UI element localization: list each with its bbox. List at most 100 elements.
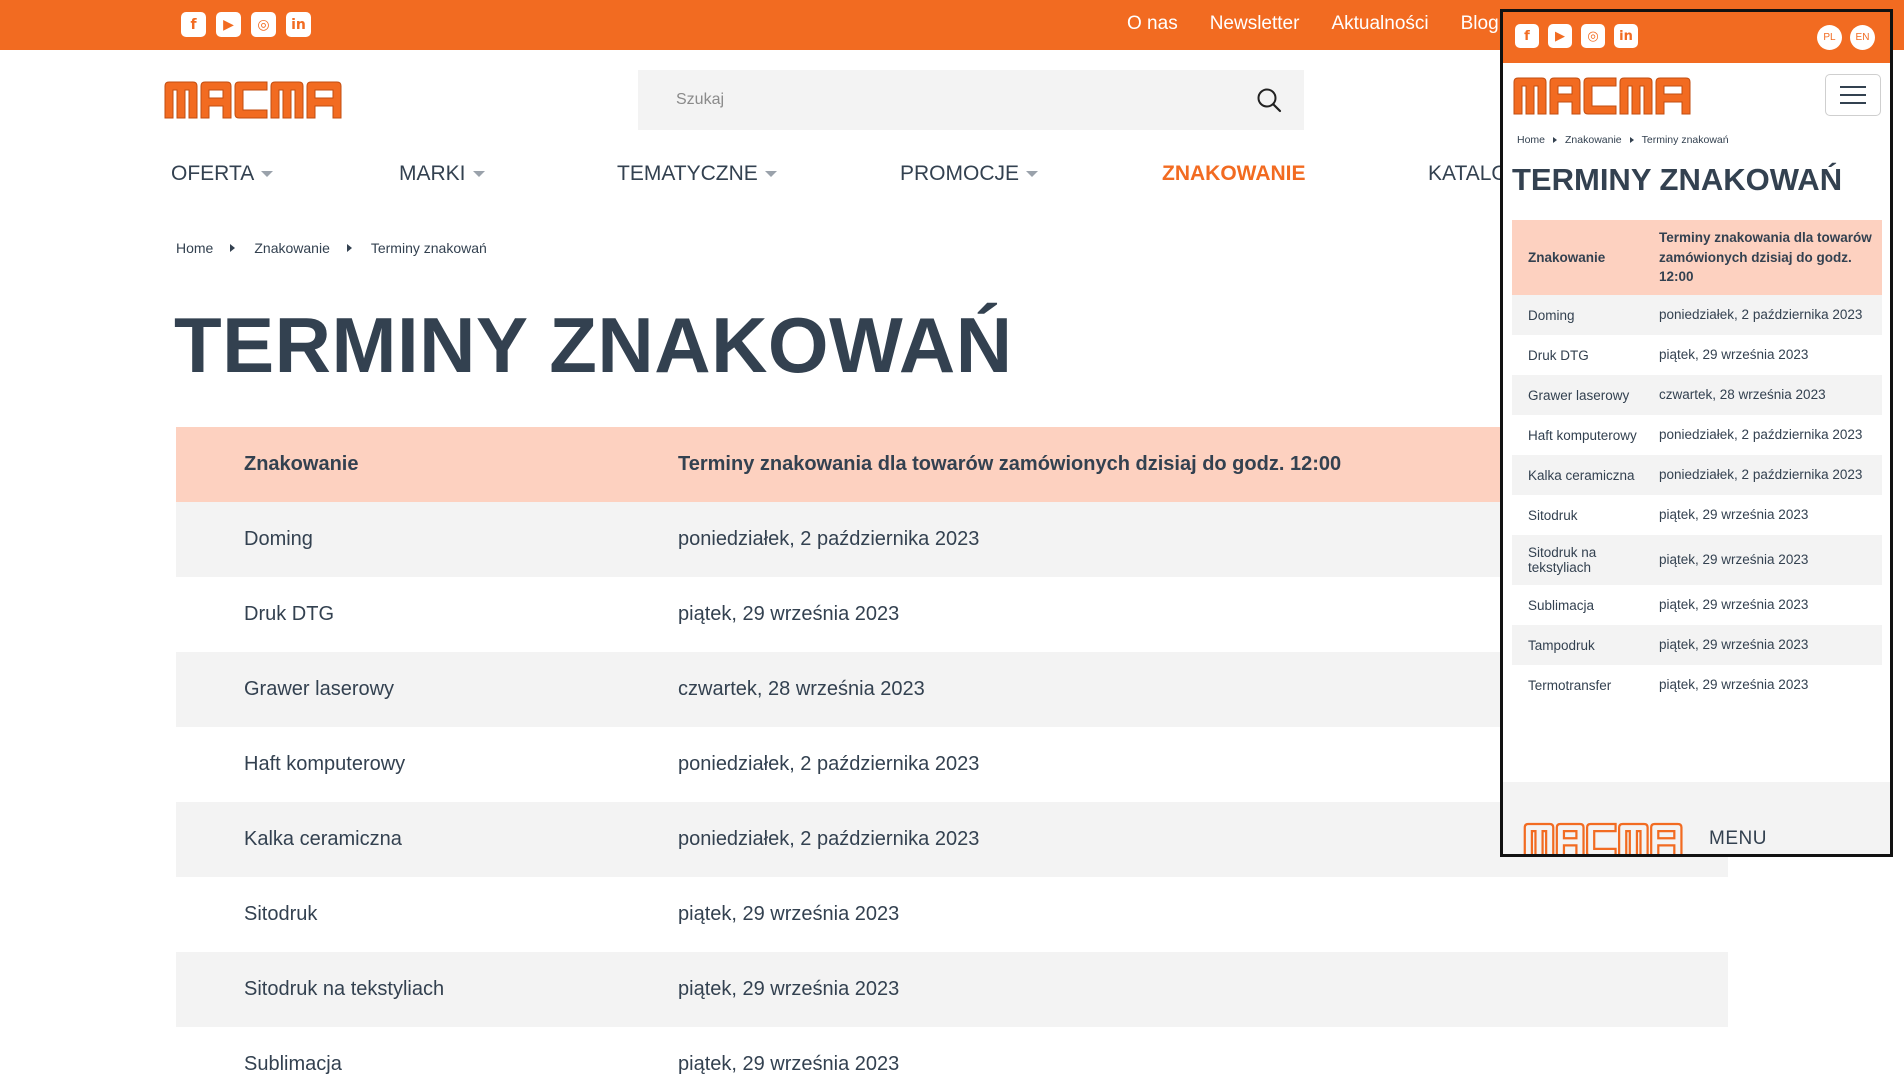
chevron-down-icon (764, 171, 777, 177)
menu-brands[interactable]: MARKI (399, 162, 485, 186)
cell-date: piątek, 29 września 2023 (678, 978, 900, 1000)
cell-date: poniedziałek, 2 października 2023 (1659, 467, 1863, 483)
table-row: Druk DTG piątek, 29 września 2023 (1512, 335, 1882, 375)
menu-thematic[interactable]: TEMATYCZNE (617, 162, 777, 186)
linkedin-icon[interactable]: in (1614, 24, 1638, 48)
table-row: Grawer laserowy czwartek, 28 września 202… (176, 652, 1728, 727)
cell-method: Grawer laserowy (1528, 387, 1630, 403)
mobile-marking-table: Znakowanie Terminy znakowania dla towaró… (1512, 220, 1882, 705)
cell-method: Sitodruk (1528, 507, 1578, 523)
chevron-right-icon (1553, 137, 1558, 143)
search-input[interactable] (638, 70, 1238, 130)
table-row: Sitodruk na tekstyliach piątek, 29 wrześn… (1512, 535, 1882, 585)
breadcrumb: Home Znakowanie Terminy znakowań (176, 240, 487, 256)
chevron-down-icon (1026, 171, 1039, 177)
header-method: Znakowanie (1528, 250, 1606, 265)
cell-method: Sitodruk na tekstyliach (1528, 545, 1597, 575)
social-links: f ▶ ◎ in (181, 12, 311, 37)
header-deadline: Terminy znakowania dla towarów zamówiony… (678, 453, 1342, 475)
chevron-right-icon (346, 244, 352, 252)
cell-method: Sublimacja (1528, 597, 1595, 613)
hamburger-line (1840, 102, 1866, 104)
menu-offer[interactable]: OFERTA (171, 162, 274, 186)
cell-method: Sublimacja (244, 1053, 342, 1075)
mobile-breadcrumb: Home Znakowanie Terminy znakowań (1517, 134, 1729, 146)
footer-logo[interactable] (1523, 822, 1685, 854)
linkedin-icon[interactable]: in (286, 12, 311, 37)
nav-link-news[interactable]: Aktualności (1331, 13, 1428, 35)
menu-catalogs[interactable]: KATALOGI (1428, 162, 1501, 186)
cell-method: Tampodruk (1528, 637, 1595, 653)
cell-method: Druk DTG (244, 603, 334, 625)
mobile-top-bar: f ▶ ◎ in PL EN (1503, 12, 1890, 63)
instagram-icon[interactable]: ◎ (251, 12, 276, 37)
mobile-social-links: f ▶ ◎ in (1515, 24, 1638, 48)
breadcrumb-current: Terminy znakowań (1641, 134, 1729, 146)
search-icon[interactable] (1256, 87, 1282, 113)
table-row: Termotransfer piątek, 29 września 2023 (1512, 665, 1882, 705)
table-row: Doming poniedziałek, 2 października 2023 (1512, 295, 1882, 335)
cell-date: poniedziałek, 2 października 2023 (1659, 307, 1863, 323)
cell-date: piątek, 29 września 2023 (1659, 597, 1809, 613)
facebook-icon[interactable]: f (181, 12, 206, 37)
cell-date: czwartek, 28 września 2023 (1659, 387, 1826, 403)
hamburger-line (1840, 86, 1866, 88)
breadcrumb-marking[interactable]: Znakowanie (254, 240, 330, 256)
language-pl[interactable]: PL (1817, 25, 1842, 50)
page-title: TERMINY ZNAKOWAŃ (174, 301, 1013, 389)
chevron-down-icon (472, 171, 485, 177)
cell-date: piątek, 29 września 2023 (678, 603, 900, 625)
chevron-right-icon (1629, 137, 1634, 143)
cell-date: piątek, 29 września 2023 (678, 1053, 900, 1075)
cell-date: czwartek, 28 września 2023 (678, 678, 925, 700)
mobile-footer: MENU (1503, 782, 1890, 854)
main-navigation: OFERTA MARKI TEMATYCZNE PROMOCJE ZNAKOWA… (171, 162, 1501, 188)
hamburger-menu-button[interactable] (1825, 74, 1881, 116)
nav-link-about[interactable]: O nas (1127, 13, 1178, 35)
breadcrumb-home[interactable]: Home (176, 240, 213, 256)
language-en[interactable]: EN (1850, 25, 1875, 50)
table-row: Druk DTG piątek, 29 września 2023 (176, 577, 1728, 652)
cell-method: Kalka ceramiczna (1528, 467, 1635, 483)
hamburger-line (1840, 94, 1866, 96)
instagram-icon[interactable]: ◎ (1581, 24, 1605, 48)
chevron-down-icon (261, 171, 274, 177)
cell-method: Kalka ceramiczna (244, 828, 402, 850)
footer-menu-label[interactable]: MENU (1709, 828, 1767, 850)
breadcrumb-home[interactable]: Home (1517, 134, 1545, 146)
table-row: Tampodruk piątek, 29 września 2023 (1512, 625, 1882, 665)
table-header: Znakowanie Terminy znakowania dla towaró… (176, 427, 1728, 502)
cell-method: Sitodruk (244, 903, 318, 925)
cell-method: Termotransfer (1528, 677, 1612, 693)
youtube-icon[interactable]: ▶ (216, 12, 241, 37)
menu-marking[interactable]: ZNAKOWANIE (1162, 162, 1306, 186)
table-header: Znakowanie Terminy znakowania dla towaró… (1512, 220, 1882, 295)
marking-table: Znakowanie Terminy znakowania dla towaró… (176, 427, 1728, 1079)
table-row: Sitodruk na tekstyliach piątek, 29 wrześn… (176, 952, 1728, 1027)
mobile-preview: f ▶ ◎ in PL EN Home Znakowanie Terminy z… (1500, 9, 1893, 857)
table-row: Sitodruk piątek, 29 września 2023 (1512, 495, 1882, 535)
search-bar (638, 70, 1304, 130)
header-deadline: Terminy znakowania dla towarów zamówiony… (1659, 230, 1872, 285)
table-row: Sublimacja piątek, 29 września 2023 (1512, 585, 1882, 625)
cell-date: poniedziałek, 2 października 2023 (678, 753, 980, 775)
cell-method: Haft komputerowy (244, 753, 406, 775)
mobile-site-logo[interactable] (1512, 76, 1694, 121)
table-row: Sitodruk piątek, 29 września 2023 (176, 877, 1728, 952)
table-row: Kalka ceramiczna poniedziałek, 2 paździer… (176, 802, 1728, 877)
table-row: Haft komputerowy poniedziałek, 2 paździer… (176, 727, 1728, 802)
cell-date: piątek, 29 września 2023 (1659, 552, 1809, 568)
breadcrumb-marking[interactable]: Znakowanie (1565, 134, 1622, 146)
nav-link-blog[interactable]: Blog (1461, 13, 1499, 35)
mobile-page-title: TERMINY ZNAKOWAŃ (1512, 162, 1843, 197)
table-row: Grawer laserowy czwartek, 28 września 202… (1512, 375, 1882, 415)
cell-date: piątek, 29 września 2023 (1659, 507, 1809, 523)
header-method: Znakowanie (244, 453, 359, 475)
site-logo[interactable] (163, 80, 345, 120)
youtube-icon[interactable]: ▶ (1548, 24, 1572, 48)
facebook-icon[interactable]: f (1515, 24, 1539, 48)
menu-promotions[interactable]: PROMOCJE (900, 162, 1039, 186)
nav-link-newsletter[interactable]: Newsletter (1210, 13, 1300, 35)
cell-date: piątek, 29 września 2023 (1659, 677, 1809, 693)
cell-method: Grawer laserowy (244, 678, 395, 700)
